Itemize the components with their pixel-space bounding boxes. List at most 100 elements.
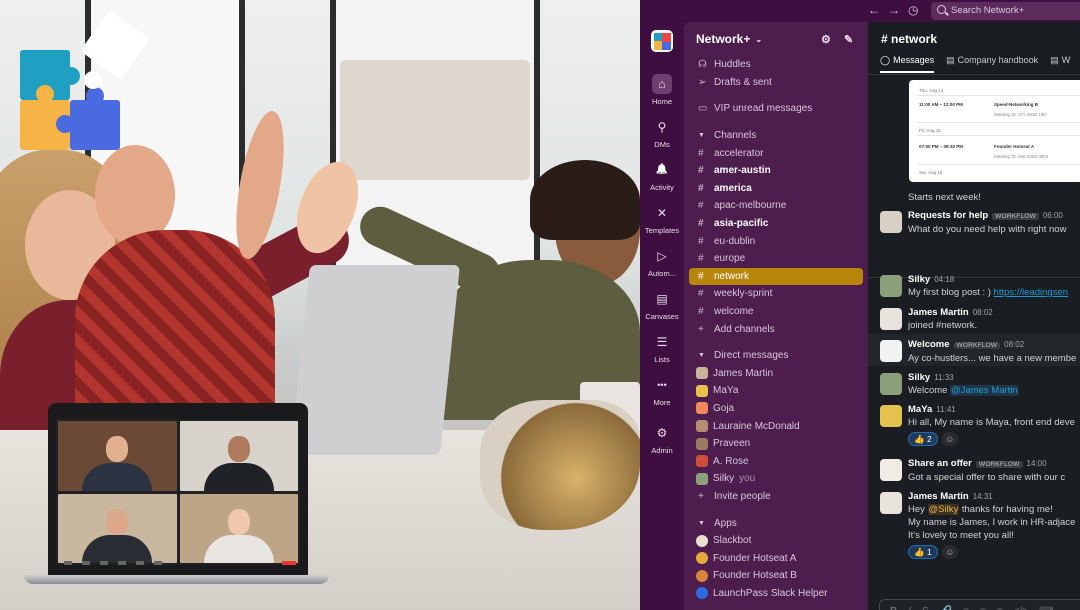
sidebar-dm-silky[interactable]: Silky you	[684, 470, 868, 488]
sidebar-channel-eu-dublin[interactable]: # eu-dublin	[684, 232, 868, 250]
sidebar-channel-welcome[interactable]: # welcome	[684, 303, 868, 321]
dm-section-toggle[interactable]: ▼ Direct messages	[684, 347, 868, 365]
gear-icon: ⚙	[656, 425, 668, 440]
sidebar-channel-apac-melbourne[interactable]: # apac-melbourne	[684, 197, 868, 215]
history-icon[interactable]: ◷	[908, 3, 918, 17]
code-block-icon[interactable]: ⌨	[1039, 606, 1053, 610]
sidebar-channel-weekly-sprint[interactable]: # weekly-sprint	[684, 285, 868, 303]
nav-rail: ⌂ Home ⚲ DMs 🔔 Activity ✕ Templates ▷ Autom... ▤ Ca…	[640, 22, 684, 610]
rail-home[interactable]: ⌂ Home	[640, 68, 684, 111]
sidebar-app-slackbot[interactable]: Slackbot	[684, 532, 868, 550]
avatar	[696, 437, 708, 450]
rail-activity[interactable]: 🔔 Activity	[640, 154, 684, 197]
sidebar-dm-praveen[interactable]: Praveen	[684, 435, 868, 453]
add-reaction-icon[interactable]: ☺	[941, 545, 958, 559]
italic-icon[interactable]: I	[908, 606, 911, 610]
sidebar-item-huddles[interactable]: ☊ Huddles	[684, 56, 868, 74]
laptop-base	[24, 575, 329, 584]
invite-people-button[interactable]: + Invite people	[684, 488, 868, 506]
add-reaction-icon[interactable]: ☺	[941, 432, 958, 446]
sidebar-dm-lauraine-mcdonald[interactable]: Lauraine McDonald	[684, 417, 868, 435]
dm-icon: ⚲	[657, 119, 667, 134]
rail-more[interactable]: ••• More	[640, 369, 684, 413]
avatar[interactable]	[880, 340, 902, 362]
puzzle-logo	[18, 10, 158, 155]
sidebar-channel-america[interactable]: # america	[684, 180, 868, 198]
back-arrow-icon[interactable]: ←	[868, 3, 880, 17]
plus-icon: +	[698, 323, 704, 335]
automation-icon: ▷	[657, 248, 667, 263]
video-call-laptop	[48, 403, 308, 577]
tab-messages[interactable]: ◯ Messages	[880, 55, 935, 73]
search-input[interactable]: Search Network+	[931, 2, 1080, 20]
avatar[interactable]	[880, 211, 902, 233]
tab-more[interactable]: ▤ W	[1050, 55, 1070, 71]
sidebar-dm-james-martin[interactable]: James Martin	[684, 365, 868, 383]
apps-section-toggle[interactable]: ▼ Apps	[684, 514, 868, 532]
schedule-image[interactable]: Thu, Aug 14 11:00 AM – 12:00 PM Speed-Ne…	[909, 80, 1080, 182]
building-backdrop	[340, 60, 530, 180]
link-icon[interactable]: 🔗	[940, 606, 952, 610]
avatar	[696, 472, 708, 485]
hash-icon: #	[698, 235, 704, 247]
avatar	[696, 384, 708, 397]
strike-icon[interactable]: S	[922, 606, 929, 610]
avatar[interactable]	[880, 492, 902, 514]
sidebar-item-vip[interactable]: ▭ VIP unread messages	[684, 100, 868, 118]
reaction-thumbs-up[interactable]: 👍 2	[908, 432, 938, 446]
message-composer[interactable]: B I S 🔗 ≡ ≡ ≡ </> ⌨	[879, 599, 1080, 610]
avatar[interactable]	[880, 405, 902, 427]
sidebar-channel-network[interactable]: # network	[689, 267, 863, 286]
channel-pane: # network ◯ Messages ▤ Company handbook ▤ W…	[868, 22, 1080, 610]
avatar	[696, 455, 708, 468]
sidebar-channel-accelerator[interactable]: # accelerator	[684, 144, 868, 162]
compose-icon[interactable]: ✎	[844, 33, 853, 46]
channel-title[interactable]: # network	[868, 22, 1080, 55]
workspace-menu[interactable]: Network+ ⌄ ⚙ ✎	[684, 22, 868, 56]
canvas-icon: ▤	[946, 55, 955, 65]
more-icon: •••	[657, 379, 667, 390]
rail-canvases[interactable]: ▤ Canvases	[640, 283, 684, 326]
settings-icon[interactable]: ⚙	[821, 33, 831, 46]
avatar[interactable]	[880, 373, 902, 395]
avatar[interactable]	[880, 459, 902, 481]
workspace-name: Network+	[696, 32, 751, 46]
add-channels-button[interactable]: + Add channels	[684, 320, 868, 338]
rail-lists[interactable]: ☰ Lists	[640, 326, 684, 369]
forward-arrow-icon[interactable]: →	[888, 3, 900, 17]
reaction-thumbs-up[interactable]: 👍 1	[908, 545, 938, 559]
sidebar-channel-amer-austin[interactable]: # amer-austin	[684, 162, 868, 180]
channels-section-toggle[interactable]: ▼ Channels	[684, 127, 868, 145]
sidebar-channel-europe[interactable]: # europe	[684, 250, 868, 268]
ordered-list-icon[interactable]: ≡	[963, 606, 969, 610]
sidebar-app-launchpass-slack-helper[interactable]: LaunchPass Slack Helper	[684, 585, 868, 603]
sidebar-item-drafts[interactable]: ➢ Drafts & sent	[684, 74, 868, 92]
avatar[interactable]	[880, 308, 902, 330]
blockquote-icon[interactable]: ≡	[997, 606, 1003, 610]
caret-down-icon: ▼	[698, 132, 705, 140]
avatar	[696, 367, 708, 380]
sidebar-channel-asia-pacific[interactable]: # asia-pacific	[684, 215, 868, 233]
workspace-icon[interactable]	[651, 30, 673, 52]
avatar[interactable]	[880, 275, 902, 297]
message-icon: ◯	[880, 55, 891, 65]
sidebar-dm-maya[interactable]: MaYa	[684, 382, 868, 400]
rail-autom[interactable]: ▷ Autom...	[640, 240, 684, 283]
tab-company-handbook[interactable]: ▤ Company handbook	[946, 55, 1038, 71]
title-bar: ← → ◷ Search Network+	[640, 0, 1080, 22]
rail-dms[interactable]: ⚲ DMs	[640, 111, 684, 154]
rail-templates[interactable]: ✕ Templates	[640, 197, 684, 240]
hash-icon: #	[698, 253, 704, 265]
caret-down-icon: ▼	[698, 519, 705, 527]
app-icon	[696, 569, 708, 582]
sidebar-app-founder-hotseat-b[interactable]: Founder Hotseat B	[684, 567, 868, 585]
blog-link[interactable]: https://leadingsen	[994, 287, 1068, 298]
doc-icon: ▤	[1050, 55, 1059, 65]
bullet-list-icon[interactable]: ≡	[980, 606, 986, 610]
rail-admin[interactable]: ⚙ Admin	[640, 417, 684, 460]
sidebar-dm-a--rose[interactable]: A. Rose	[684, 452, 868, 470]
code-icon[interactable]: </>	[1014, 606, 1028, 610]
bold-icon[interactable]: B	[890, 606, 897, 610]
sidebar-dm-goja[interactable]: Goja	[684, 400, 868, 418]
sidebar-app-founder-hotseat-a[interactable]: Founder Hotseat A	[684, 549, 868, 567]
